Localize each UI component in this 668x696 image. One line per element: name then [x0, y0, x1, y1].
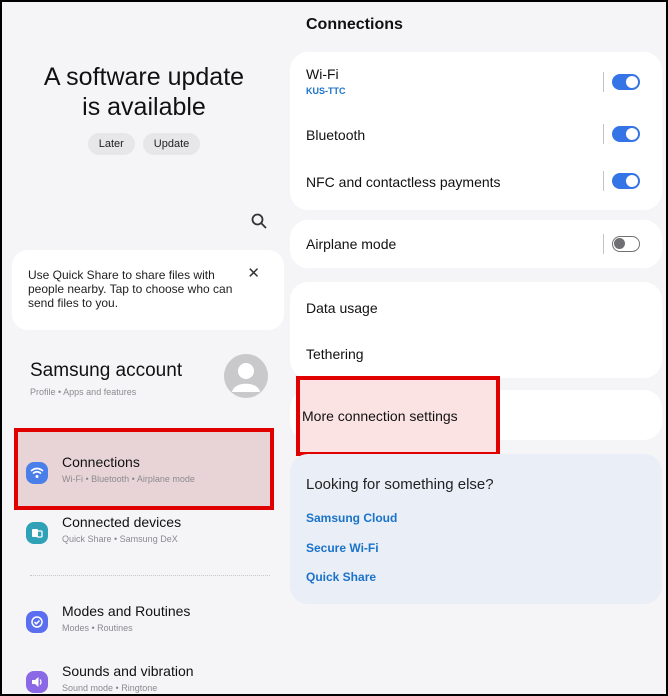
connections-detail-panel: Connections Wi-Fi KUS-TTC Bluetooth NFC …: [286, 2, 666, 694]
account-title: Samsung account: [30, 360, 183, 381]
sidebar-item-connections[interactable]: Connections Wi-Fi • Bluetooth • Airplane…: [26, 452, 276, 496]
menu-subtitle: Sound mode • Ringtone: [62, 683, 158, 693]
quick-share-tip-card[interactable]: Use Quick Share to share files with peop…: [12, 250, 284, 330]
screen-frame: A software update is available Later Upd…: [0, 0, 668, 696]
software-update-banner[interactable]: A software update is available: [2, 62, 286, 122]
update-actions: Later Update: [2, 133, 286, 155]
secure-wifi-link[interactable]: Secure Wi-Fi: [306, 541, 379, 555]
divider: [30, 575, 270, 576]
bluetooth-toggle[interactable]: [612, 126, 640, 142]
update-title-line2: is available: [82, 93, 206, 121]
menu-subtitle: Quick Share • Samsung DeX: [62, 534, 178, 544]
more-connection-settings-item[interactable]: More connection settings: [302, 408, 458, 424]
samsung-cloud-link[interactable]: Samsung Cloud: [306, 511, 397, 525]
later-button[interactable]: Later: [87, 133, 135, 155]
settings-list-panel: A software update is available Later Upd…: [2, 2, 286, 694]
looking-for-something-else-card: Looking for something else? Samsung Clou…: [290, 454, 662, 604]
quick-share-link[interactable]: Quick Share: [306, 570, 376, 584]
data-usage-item[interactable]: Data usage: [306, 300, 378, 316]
menu-subtitle: Modes • Routines: [62, 623, 133, 633]
data-tethering-card: Data usage Tethering: [290, 282, 662, 378]
update-title-line1: A software update: [43, 63, 245, 91]
sidebar-item-connected-devices[interactable]: Connected devices Quick Share • Samsung …: [26, 512, 276, 556]
search-icon[interactable]: [250, 212, 268, 230]
nfc-toggle[interactable]: [612, 173, 640, 189]
menu-subtitle: Wi-Fi • Bluetooth • Airplane mode: [62, 474, 195, 484]
separator: [603, 124, 604, 144]
wifi-toggle[interactable]: [612, 74, 640, 90]
sidebar-item-sounds-and-vibration[interactable]: Sounds and vibration Sound mode • Ringto…: [26, 661, 276, 694]
airplane-mode-label: Airplane mode: [306, 236, 397, 252]
separator: [603, 234, 604, 254]
avatar: [224, 354, 268, 398]
looking-title: Looking for something else?: [306, 476, 494, 493]
connections-toggles-card: Wi-Fi KUS-TTC Bluetooth NFC and contactl…: [290, 52, 662, 210]
menu-title: Sounds and vibration: [62, 663, 194, 679]
quick-share-tip-text: Use Quick Share to share files with peop…: [28, 268, 233, 310]
account-subtitle: Profile • Apps and features: [30, 387, 137, 397]
check-circle-icon: [26, 611, 48, 633]
menu-title: Modes and Routines: [62, 603, 191, 619]
wifi-icon: [26, 462, 48, 484]
airplane-mode-toggle[interactable]: [612, 236, 640, 252]
bluetooth-label: Bluetooth: [306, 127, 366, 143]
connected-devices-icon: [26, 522, 48, 544]
speaker-icon: [26, 671, 48, 693]
separator: [603, 171, 604, 191]
wifi-label: Wi-Fi: [306, 66, 339, 82]
separator: [603, 72, 604, 92]
menu-title: Connections: [62, 454, 140, 470]
close-icon[interactable]: ✕: [247, 264, 260, 282]
menu-title: Connected devices: [62, 514, 182, 530]
sidebar-item-modes-and-routines[interactable]: Modes and Routines Modes • Routines: [26, 601, 276, 645]
page-title: Connections: [306, 16, 403, 33]
wifi-network-name: KUS-TTC: [306, 86, 346, 96]
update-button[interactable]: Update: [142, 133, 201, 155]
nfc-label: NFC and contactless payments: [306, 174, 501, 190]
tethering-item[interactable]: Tethering: [306, 346, 364, 362]
airplane-mode-card[interactable]: Airplane mode: [290, 220, 662, 268]
